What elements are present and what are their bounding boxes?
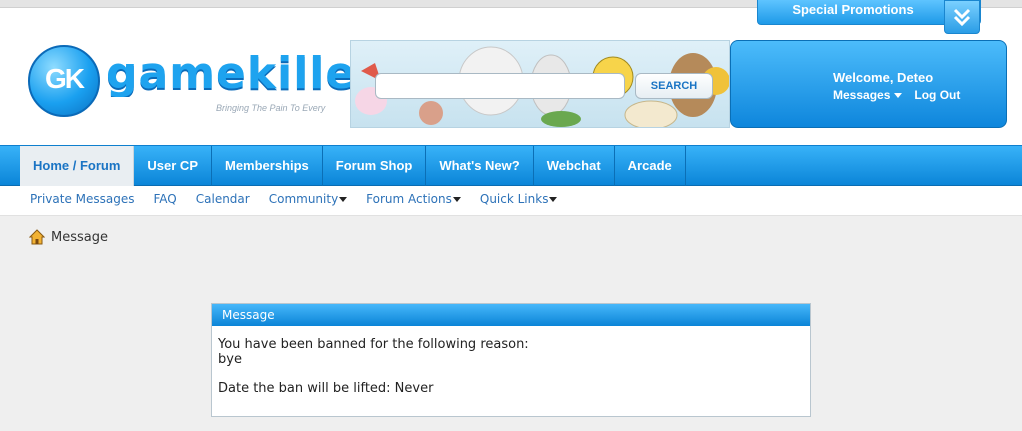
user-links: Messages Log Out: [833, 88, 960, 102]
subnav-community[interactable]: Community: [268, 192, 348, 206]
messages-menu[interactable]: Messages: [833, 88, 914, 102]
ban-reason: bye: [218, 352, 242, 367]
message-box-title: Message: [212, 304, 810, 326]
logo-tagline: Bringing The Pain To Every: [216, 103, 326, 113]
sub-nav: Private Messages FAQ Calendar Community …: [0, 186, 1022, 216]
tab-forum-shop[interactable]: Forum Shop: [323, 146, 427, 186]
subnav-calendar[interactable]: Calendar: [196, 192, 250, 206]
chevron-down-icon: [894, 92, 903, 98]
tab-user-cp[interactable]: User CP: [134, 146, 212, 186]
search-input[interactable]: [375, 73, 625, 99]
welcome-panel: Welcome, Deteo Messages Log Out: [730, 40, 1007, 128]
logout-link[interactable]: Log Out: [914, 88, 960, 102]
breadcrumb-current: Message: [51, 229, 108, 245]
subnav-quick-links-label: Quick Links: [479, 192, 549, 206]
subnav-private-messages[interactable]: Private Messages: [30, 192, 135, 206]
welcome-text: Welcome, Deteo: [833, 70, 934, 85]
chevron-down-icon: [452, 197, 461, 202]
subnav-quick-links[interactable]: Quick Links: [480, 192, 558, 206]
main-nav: Home / Forum User CP Memberships Forum S…: [0, 145, 1022, 186]
chevron-down-icon: [549, 197, 558, 202]
subnav-forum-actions[interactable]: Forum Actions: [366, 192, 461, 206]
search-button[interactable]: SEARCH: [635, 73, 713, 99]
search-banner: SEARCH: [350, 40, 730, 128]
subnav-faq[interactable]: FAQ: [154, 192, 177, 206]
home-icon[interactable]: [29, 229, 45, 245]
logo-wordmark: gamekille: [106, 51, 352, 97]
chevron-down-icon: [339, 197, 348, 202]
site-logo[interactable]: GK gamekille Bringing The Pain To Every: [28, 45, 352, 123]
tab-webchat[interactable]: Webchat: [534, 146, 615, 186]
ban-lift-date: Date the ban will be lifted: Never: [218, 381, 434, 396]
special-promotions-button[interactable]: Special Promotions: [757, 0, 981, 34]
messages-label: Messages: [833, 88, 891, 102]
message-box-body: You have been banned for the following r…: [212, 326, 810, 407]
tab-memberships[interactable]: Memberships: [212, 146, 323, 186]
double-chevron-down-icon[interactable]: [944, 0, 980, 34]
tab-arcade[interactable]: Arcade: [615, 146, 686, 186]
breadcrumb: Message: [29, 229, 108, 245]
special-promotions-label: Special Promotions: [792, 2, 914, 17]
logo-mark: GK: [45, 63, 85, 94]
message-box: Message You have been banned for the fol…: [211, 303, 811, 417]
ban-reason-intro: You have been banned for the following r…: [218, 337, 529, 352]
tab-home-forum[interactable]: Home / Forum: [20, 146, 135, 186]
tab-whats-new[interactable]: What's New?: [426, 146, 534, 186]
subnav-forum-actions-label: Forum Actions: [366, 192, 452, 206]
subnav-community-label: Community: [268, 192, 339, 206]
